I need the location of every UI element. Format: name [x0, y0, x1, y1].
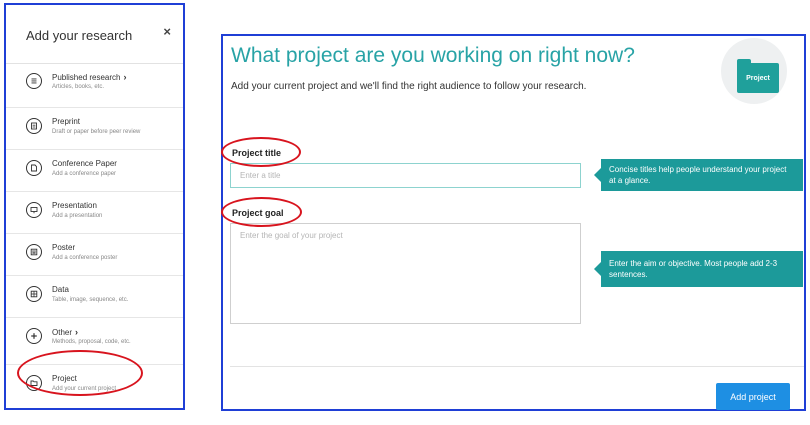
tooltip-text: Enter the aim or objective. Most people … [609, 259, 778, 279]
menu-item-published-research[interactable]: Published research › Articles, books, etc… [6, 63, 183, 108]
menu-item-description: Add your current project [52, 386, 117, 392]
menu-item-label: Poster [52, 243, 76, 252]
menu-item-description: Draft or paper before peer review [52, 129, 141, 135]
chevron-right-icon: › [123, 72, 127, 82]
menu-item-description: Add a presentation [52, 213, 103, 219]
menu-item-data[interactable]: Data Table, image, sequence, etc. [6, 276, 183, 318]
menu-item-project[interactable]: Project Add your current project [6, 365, 183, 425]
menu-item-description: Table, image, sequence, etc. [52, 297, 129, 303]
menu-item-label: Presentation [52, 201, 97, 210]
project-title-label: Project title [232, 148, 282, 158]
project-goal-input[interactable] [230, 223, 581, 324]
menu-item-label: Data [52, 285, 69, 294]
page-title: What project are you working on right no… [231, 44, 635, 67]
menu-item-preprint[interactable]: Preprint Draft or paper before peer revi… [6, 108, 183, 150]
research-type-list: Published research › Articles, books, etc… [6, 63, 183, 425]
chevron-right-icon: › [75, 327, 79, 337]
panel-header: Add your research × [6, 5, 183, 64]
presentation-icon [26, 202, 42, 218]
menu-item-label: Preprint [52, 117, 81, 126]
document-lines-icon [26, 73, 42, 89]
add-project-button[interactable]: Add project [716, 383, 790, 410]
plus-icon [26, 328, 42, 344]
folder-icon [26, 375, 42, 391]
preprint-icon [26, 118, 42, 134]
menu-item-poster[interactable]: Poster Add a conference poster [6, 234, 183, 276]
poster-icon [26, 244, 42, 260]
page-subtitle: Add your current project and we'll find … [231, 81, 587, 92]
menu-item-label: Other [52, 328, 73, 337]
menu-item-description: Methods, proposal, code, etc. [52, 339, 131, 345]
menu-item-conference-paper[interactable]: Conference Paper Add a conference paper [6, 150, 183, 192]
menu-item-label: Project [52, 374, 77, 383]
close-button[interactable]: × [163, 25, 171, 38]
title-hint-tooltip: Concise titles help people understand yo… [594, 159, 803, 191]
tooltip-text: Concise titles help people understand yo… [609, 165, 787, 185]
menu-item-label: Published research [52, 73, 121, 82]
data-icon [26, 286, 42, 302]
project-title-input[interactable] [230, 163, 581, 188]
footer-divider [230, 366, 804, 367]
menu-item-description: Add a conference paper [52, 171, 117, 177]
panel-title: Add your research [26, 28, 133, 43]
menu-item-other[interactable]: Other › Methods, proposal, code, etc. [6, 318, 183, 365]
menu-item-presentation[interactable]: Presentation Add a presentation [6, 192, 183, 234]
menu-item-description: Articles, books, etc. [52, 84, 105, 90]
project-goal-label: Project goal [232, 208, 284, 218]
conference-paper-icon [26, 160, 42, 176]
project-folder-icon: Project [737, 63, 779, 93]
menu-item-description: Add a conference poster [52, 255, 118, 261]
goal-hint-tooltip: Enter the aim or objective. Most people … [594, 251, 803, 287]
add-research-panel: Add your research × Published research › … [4, 3, 185, 410]
create-project-panel: What project are you working on right no… [221, 34, 806, 411]
menu-item-label: Conference Paper [52, 159, 117, 168]
